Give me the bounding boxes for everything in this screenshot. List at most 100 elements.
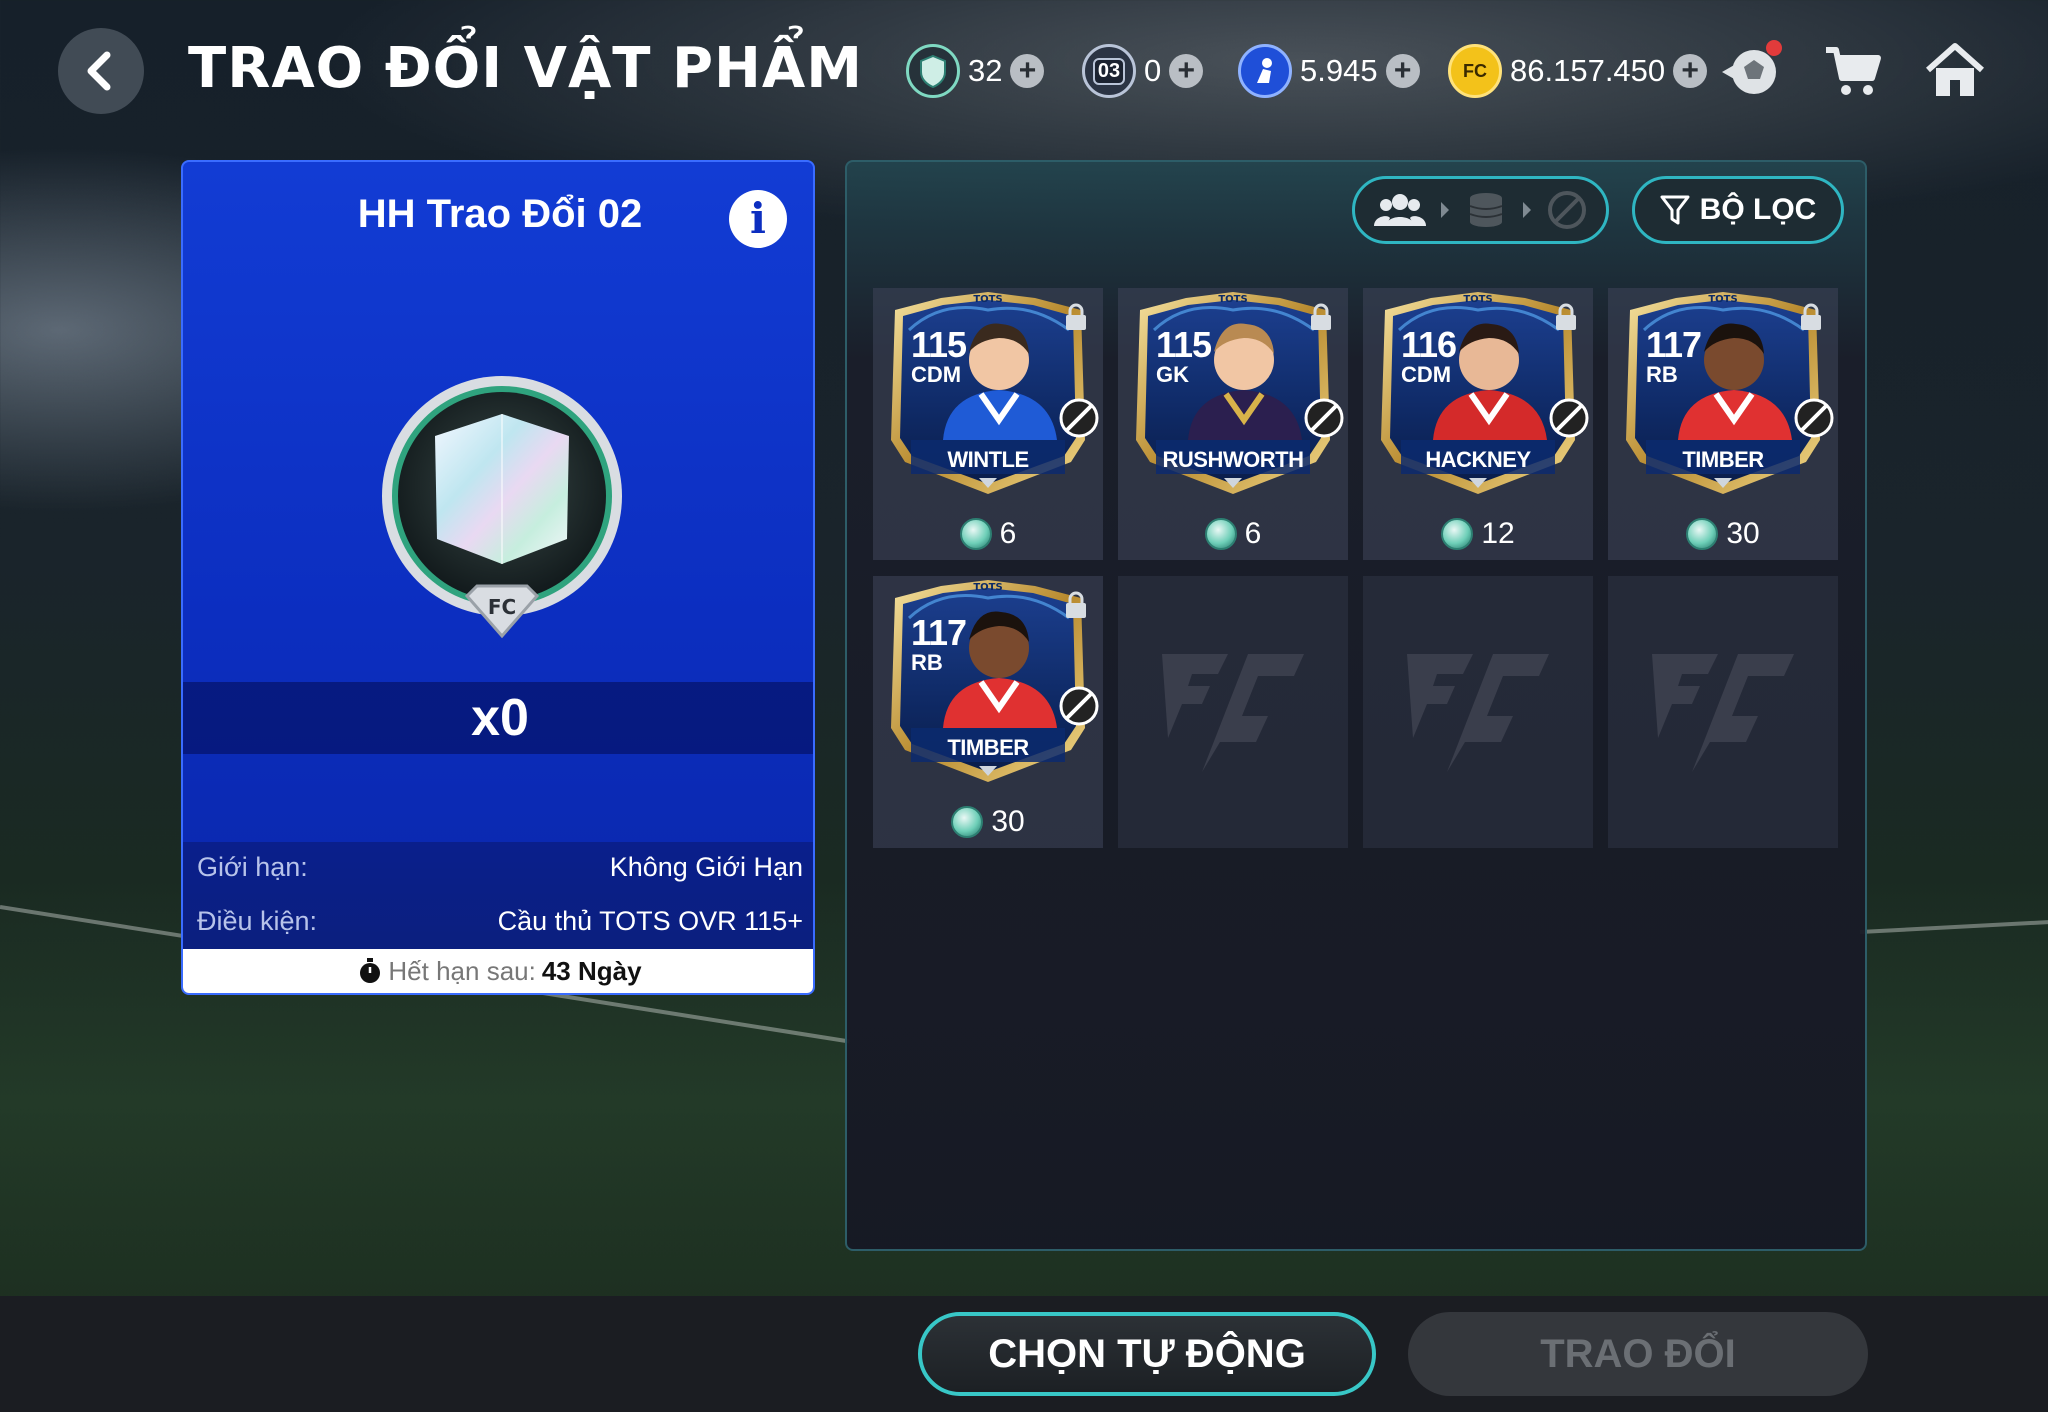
filter-button[interactable]: BỘ LỌC: [1632, 176, 1844, 244]
player-card[interactable]: TOTS 115 GK RUSHWORTH: [1126, 290, 1344, 510]
svg-text:TOTS: TOTS: [1463, 294, 1492, 305]
info-button[interactable]: i: [729, 190, 787, 248]
players-icon[interactable]: [1373, 190, 1426, 230]
cost-value: 6: [999, 517, 1017, 550]
player-position: GK: [1156, 362, 1189, 387]
untradable-icon: [1059, 686, 1099, 726]
player-card[interactable]: TOTS 116 CDM HACKNEY: [1371, 290, 1589, 510]
home-icon[interactable]: [1922, 38, 1988, 104]
expiry-label: Hết hạn sau:: [388, 955, 536, 986]
player-position: RB: [1646, 362, 1678, 387]
ticket-badge: 03: [1092, 57, 1126, 85]
page-title: TRAO ĐỔI VẬT PHẨM: [188, 36, 863, 101]
player-ovr: 115: [1156, 324, 1212, 365]
shield-token-icon: [1441, 518, 1474, 550]
fc-logo-placeholder-icon: [1162, 654, 1304, 772]
player-position: CDM: [1401, 362, 1452, 387]
pitch-line-right: [1859, 919, 2048, 934]
player-name: TIMBER: [947, 735, 1029, 760]
fc-logo-placeholder-icon: [1407, 654, 1549, 772]
exchange-cost: 30: [1608, 514, 1838, 554]
lock-icon: [1311, 303, 1331, 330]
football-icon[interactable]: [1716, 38, 1782, 104]
currency-value: 0: [1144, 53, 1162, 88]
chevron-right-icon: [1522, 202, 1531, 218]
player-name: TIMBER: [1682, 447, 1764, 472]
player-card-slot[interactable]: TOTS 116 CDM HACKNEY 12: [1363, 288, 1593, 560]
no-trade-icon[interactable]: [1546, 189, 1588, 231]
untradable-icon: [1059, 398, 1099, 438]
player-ovr: 115: [911, 324, 967, 365]
back-button[interactable]: [58, 28, 144, 114]
player-card[interactable]: TOTS 117 RB TIMBER: [881, 578, 1099, 798]
exchange-cost: 12: [1363, 514, 1593, 554]
svg-text:FC: FC: [488, 595, 516, 619]
cost-value: 30: [991, 805, 1025, 838]
coins-stack-icon[interactable]: [1464, 190, 1508, 230]
condition-value: Cầu thủ TOTS OVR 115+: [497, 906, 803, 936]
player-selection-panel: BỘ LỌC TOTS 115 CDM WINTLE 6 TOTS 115 GK…: [845, 160, 1867, 1251]
lock-icon: [1066, 303, 1086, 330]
add-tickets-button[interactable]: +: [1169, 54, 1204, 88]
player-ovr: 117: [1646, 324, 1702, 365]
player-card[interactable]: TOTS 115 CDM WINTLE: [881, 290, 1099, 510]
exchange-cost: 6: [873, 514, 1103, 554]
currency-exchange-tokens: 32 +: [906, 44, 1045, 98]
untradable-icon: [1549, 398, 1589, 438]
empty-card-slot: [1363, 576, 1593, 848]
player-card-slot[interactable]: TOTS 117 RB TIMBER 30: [1608, 288, 1838, 560]
empty-card-slot: [1118, 576, 1348, 848]
player-name: WINTLE: [947, 447, 1029, 472]
sort-toggle-group[interactable]: [1352, 176, 1609, 244]
cost-value: 30: [1726, 517, 1760, 550]
condition-row: Điều kiện: Cầu thủ TOTS OVR 115+: [197, 906, 803, 946]
untradable-icon: [1794, 398, 1834, 438]
condition-label: Điều kiện:: [197, 906, 318, 936]
player-ovr: 117: [911, 612, 967, 653]
currency-bp-coins: FC 86.157.450 +: [1448, 44, 1708, 98]
player-card-slot[interactable]: TOTS 115 CDM WINTLE 6: [873, 288, 1103, 560]
limit-value: Không Giới Hạn: [609, 852, 803, 882]
shield-token-icon: [951, 806, 984, 838]
cart-icon[interactable]: [1820, 38, 1886, 104]
limit-label: Giới hạn:: [197, 852, 308, 882]
svg-text:TOTS: TOTS: [1218, 294, 1247, 305]
add-bp-coins-button[interactable]: +: [1673, 54, 1708, 88]
shield-token-icon: [1204, 518, 1237, 550]
auto-select-button[interactable]: CHỌN TỰ ĐỘNG: [918, 1312, 1376, 1396]
untradable-icon: [1304, 398, 1344, 438]
notification-dot: [1766, 40, 1782, 56]
shield-token-icon: [906, 44, 960, 98]
player-name: RUSHWORTH: [1162, 447, 1304, 472]
player-position: CDM: [911, 362, 962, 387]
trade-button[interactable]: TRAO ĐỔI: [1408, 1312, 1868, 1396]
exchange-item-title: HH Trao Đổi 02: [357, 192, 643, 236]
cost-value: 6: [1244, 517, 1262, 550]
filter-label: BỘ LỌC: [1699, 193, 1817, 226]
add-exchange-tokens-button[interactable]: +: [1010, 54, 1045, 88]
ticket-icon: 03: [1082, 44, 1136, 98]
filter-icon: [1660, 195, 1690, 225]
currency-value: 86.157.450: [1510, 53, 1666, 88]
fc-points-icon: [1238, 44, 1292, 98]
lock-icon: [1801, 303, 1821, 330]
empty-card-slot: [1608, 576, 1838, 848]
shield-token-icon: [1686, 518, 1719, 550]
currency-value: 32: [968, 53, 1003, 88]
exchange-info: Giới hạn: Không Giới Hạn Điều kiện: Cầu …: [183, 842, 813, 952]
limit-row: Giới hạn: Không Giới Hạn: [197, 852, 803, 892]
shield-token-icon: [959, 518, 992, 550]
stopwatch-icon: [360, 958, 381, 983]
player-card[interactable]: TOTS 117 RB TIMBER: [1616, 290, 1834, 510]
player-position: RB: [911, 650, 943, 675]
svg-text:TOTS: TOTS: [973, 582, 1002, 593]
add-fc-points-button[interactable]: +: [1385, 54, 1420, 88]
player-card-slot[interactable]: TOTS 117 RB TIMBER 30: [873, 576, 1103, 848]
cost-value: 12: [1481, 517, 1515, 550]
player-card-slot[interactable]: TOTS 115 GK RUSHWORTH 6: [1118, 288, 1348, 560]
expiry-bar: Hết hạn sau: 43 Ngày: [183, 949, 813, 993]
svg-text:TOTS: TOTS: [1708, 294, 1737, 305]
exchange-cost: 30: [873, 802, 1103, 842]
chevron-left-icon: [87, 51, 111, 91]
bp-coin-icon: FC: [1448, 44, 1502, 98]
